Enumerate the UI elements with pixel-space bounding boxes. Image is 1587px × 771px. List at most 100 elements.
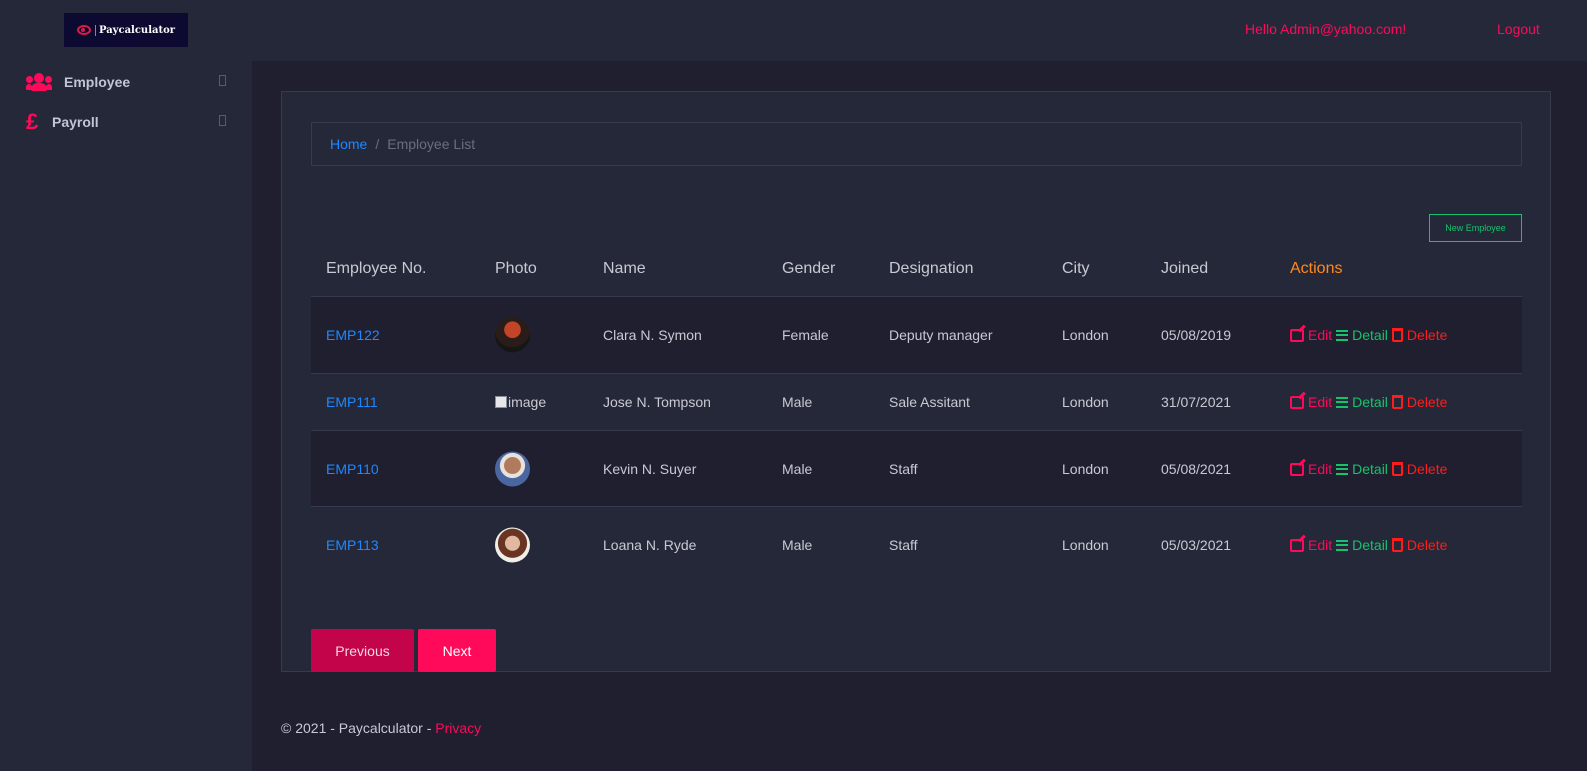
detail-label: Detail [1352, 461, 1388, 477]
employee-id-link[interactable]: EMP110 [326, 461, 379, 477]
employee-gender: Female [782, 327, 829, 343]
employee-gender: Male [782, 461, 813, 477]
row-actions: Edit Detail Delete [1290, 394, 1451, 410]
delete-label: Delete [1406, 537, 1448, 553]
image-alt-text: image [508, 394, 547, 410]
detail-label: Detail [1352, 394, 1388, 410]
detail-link[interactable]: Detail [1336, 327, 1388, 343]
table-row: EMP113 Loana N. Ryde Male Staff London 0… [311, 507, 1522, 583]
employee-id-link[interactable]: EMP113 [326, 537, 379, 553]
table-header: Employee No. Photo Name Gender Designati… [311, 250, 1522, 297]
column-header-city: City [1062, 260, 1090, 277]
employee-name: Loana N. Ryde [603, 537, 697, 553]
edit-label: Edit [1308, 327, 1333, 343]
employee-name: Clara N. Symon [603, 327, 702, 343]
list-icon [1336, 539, 1349, 551]
column-header-employee-no: Employee No. [326, 260, 427, 277]
logo-text: Paycalculator [94, 24, 175, 36]
edit-link[interactable]: Edit [1290, 461, 1332, 477]
sidebar-item-label: Employee [64, 74, 131, 90]
column-header-actions: Actions [1290, 260, 1343, 277]
employee-photo-broken: image [495, 394, 546, 410]
edit-label: Edit [1308, 394, 1333, 410]
list-icon [1336, 463, 1349, 475]
employee-joined: 05/08/2019 [1161, 327, 1232, 343]
edit-link[interactable]: Edit [1290, 394, 1332, 410]
trash-icon [1391, 538, 1403, 552]
breadcrumb-home-link[interactable]: Home [330, 136, 367, 152]
edit-label: Edit [1308, 461, 1333, 477]
detail-link[interactable]: Detail [1336, 537, 1388, 553]
employee-gender: Male [782, 394, 813, 410]
table-row: EMP122 Clara N. Symon Female Deputy mana… [311, 297, 1522, 374]
column-header-name: Name [603, 260, 646, 277]
sidebar: Employee £ Payroll [0, 61, 252, 771]
footer-copyright: © 2021 - Paycalculator - [281, 720, 436, 736]
footer: © 2021 - Paycalculator - Privacy [281, 720, 481, 736]
breadcrumb-current: Employee List [387, 136, 476, 152]
employee-designation: Staff [889, 537, 918, 553]
delete-label: Delete [1406, 327, 1448, 343]
delete-link[interactable]: Delete [1391, 394, 1448, 410]
edit-icon [1290, 328, 1304, 342]
main-content: Home / Employee List New Employee Employ… [252, 61, 1587, 771]
delete-link[interactable]: Delete [1391, 327, 1448, 343]
breadcrumb-separator: / [375, 136, 380, 152]
delete-label: Delete [1406, 394, 1448, 410]
employee-city: London [1062, 537, 1109, 553]
table-row: EMP111 image Jose N. Tompson Male Sale A… [311, 374, 1522, 431]
employee-photo [495, 451, 530, 487]
sidebar-item-label: Payroll [52, 114, 99, 130]
previous-button[interactable]: Previous [311, 629, 414, 672]
detail-label: Detail [1352, 537, 1388, 553]
edit-label: Edit [1308, 537, 1333, 553]
chevron-icon [219, 115, 226, 126]
trash-icon [1391, 328, 1403, 342]
employee-name: Jose N. Tompson [603, 394, 711, 410]
pound-icon: £ [26, 109, 39, 134]
breadcrumb: Home / Employee List [311, 122, 1522, 166]
column-header-joined: Joined [1161, 260, 1209, 277]
employee-joined: 05/03/2021 [1161, 537, 1232, 553]
edit-link[interactable]: Edit [1290, 327, 1332, 343]
users-icon [26, 73, 52, 91]
employee-gender: Male [782, 537, 813, 553]
employee-id-link[interactable]: EMP111 [326, 394, 378, 410]
employee-joined: 31/07/2021 [1161, 394, 1232, 410]
employee-photo [495, 527, 530, 563]
user-greeting[interactable]: Hello Admin@yahoo.com! [1245, 21, 1406, 37]
delete-link[interactable]: Delete [1391, 537, 1448, 553]
employee-designation: Staff [889, 461, 918, 477]
logout-link[interactable]: Logout [1497, 21, 1540, 37]
edit-icon [1290, 395, 1304, 409]
trash-icon [1391, 395, 1403, 409]
edit-link[interactable]: Edit [1290, 537, 1332, 553]
table-row: EMP110 Kevin N. Suyer Male Staff London … [311, 431, 1522, 507]
column-header-gender: Gender [782, 260, 836, 277]
employee-designation: Deputy manager [889, 327, 993, 343]
detail-link[interactable]: Detail [1336, 394, 1388, 410]
detail-link[interactable]: Detail [1336, 461, 1388, 477]
employee-photo [495, 317, 530, 353]
top-bar: Paycalculator Hello Admin@yahoo.com! Log… [0, 0, 1587, 61]
new-employee-button[interactable]: New Employee [1429, 214, 1522, 242]
employee-list-card: Home / Employee List New Employee Employ… [281, 91, 1551, 672]
employee-designation: Sale Assitant [889, 394, 970, 410]
edit-icon [1290, 538, 1304, 552]
next-button[interactable]: Next [418, 629, 496, 672]
detail-label: Detail [1352, 327, 1388, 343]
row-actions: Edit Detail Delete [1290, 461, 1451, 477]
sidebar-item-payroll[interactable]: £ Payroll [26, 110, 226, 134]
privacy-link[interactable]: Privacy [435, 720, 481, 736]
list-icon [1336, 396, 1349, 408]
employee-id-link[interactable]: EMP122 [326, 327, 380, 343]
delete-label: Delete [1406, 461, 1448, 477]
row-actions: Edit Detail Delete [1290, 537, 1451, 553]
app-logo[interactable]: Paycalculator [64, 13, 188, 47]
logo-eye-icon [76, 25, 91, 35]
sidebar-item-employee[interactable]: Employee [26, 70, 226, 94]
row-actions: Edit Detail Delete [1290, 327, 1451, 343]
delete-link[interactable]: Delete [1391, 461, 1448, 477]
employee-city: London [1062, 461, 1109, 477]
edit-icon [1290, 462, 1304, 476]
